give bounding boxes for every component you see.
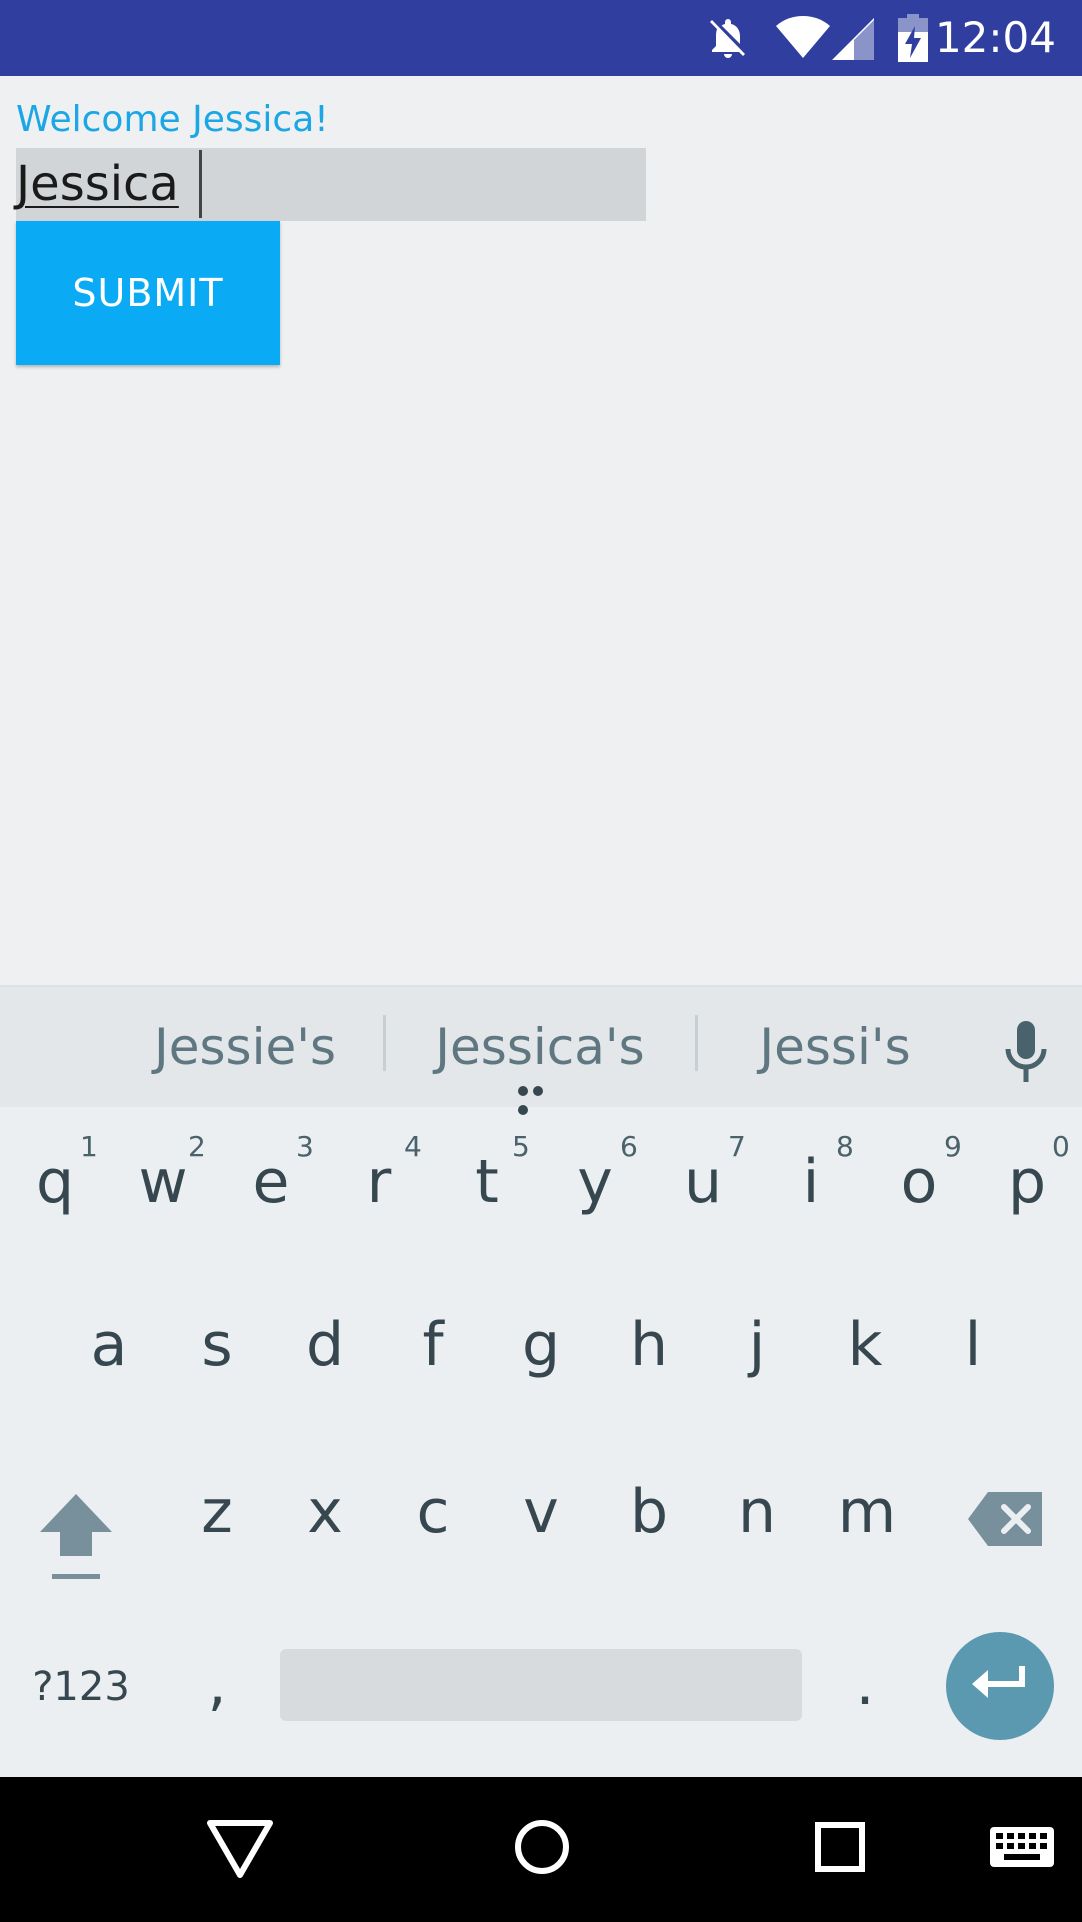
hint-2: 2 <box>188 1130 206 1163</box>
suggestion-divider <box>383 1015 386 1071</box>
hint-6: 6 <box>620 1130 638 1163</box>
key-n[interactable]: n <box>722 1477 792 1547</box>
hint-1: 1 <box>80 1130 98 1163</box>
backspace-icon[interactable] <box>968 1492 1042 1546</box>
wifi-icon <box>776 16 830 58</box>
key-c[interactable]: c <box>398 1477 468 1547</box>
period-key[interactable]: . <box>830 1649 900 1719</box>
key-m[interactable]: m <box>830 1477 904 1547</box>
suggestion-3[interactable]: Jessi's <box>730 1017 940 1077</box>
battery-charging-icon <box>898 14 928 62</box>
space-bar[interactable] <box>280 1649 802 1721</box>
hint-7: 7 <box>728 1130 746 1163</box>
text-cursor <box>199 150 202 218</box>
symbols-key[interactable]: ?123 <box>26 1659 136 1715</box>
key-b[interactable]: b <box>614 1477 684 1547</box>
home-circle-icon[interactable] <box>502 1807 582 1887</box>
name-field[interactable]: Jessica <box>16 148 646 221</box>
keyboard-switch-icon[interactable] <box>982 1807 1062 1887</box>
status-bar: 12:04 <box>0 0 1082 76</box>
enter-arrow-icon <box>972 1666 1025 1698</box>
hint-5: 5 <box>512 1130 530 1163</box>
submit-button[interactable]: SUBMIT <box>16 221 280 365</box>
suggestion-1[interactable]: Jessie's <box>140 1017 350 1077</box>
shift-icon[interactable] <box>38 1490 114 1580</box>
key-s[interactable]: s <box>182 1310 252 1380</box>
hint-9: 9 <box>944 1130 962 1163</box>
back-triangle-icon[interactable] <box>200 1807 280 1887</box>
suggestion-strip: Jessie's Jessica's Jessi's <box>0 987 1082 1115</box>
soft-keyboard: Jessie's Jessica's Jessi's q 1 w 2 e 3 r… <box>0 985 1082 1779</box>
notifications-off-icon <box>710 19 745 58</box>
key-d[interactable]: d <box>290 1310 360 1380</box>
cell-signal-icon <box>832 18 874 60</box>
hint-0: 0 <box>1052 1130 1070 1163</box>
key-h[interactable]: h <box>614 1310 684 1380</box>
enter-button[interactable] <box>946 1632 1054 1740</box>
welcome-message: Welcome Jessica! <box>16 99 329 140</box>
key-a[interactable]: a <box>74 1310 144 1380</box>
hint-8: 8 <box>836 1130 854 1163</box>
microphone-icon[interactable] <box>1004 1021 1048 1083</box>
suggestion-2[interactable]: Jessica's <box>418 1017 662 1077</box>
clock: 12:04 <box>934 13 1056 62</box>
hint-3: 3 <box>296 1130 314 1163</box>
comma-key[interactable]: , <box>182 1649 252 1719</box>
hint-4: 4 <box>404 1130 422 1163</box>
key-j[interactable]: j <box>722 1310 792 1380</box>
more-suggestions-icon[interactable] <box>518 1081 562 1115</box>
key-k[interactable]: k <box>830 1310 900 1380</box>
key-z[interactable]: z <box>182 1477 252 1547</box>
name-input-text[interactable]: Jessica <box>16 154 179 214</box>
key-l[interactable]: l <box>938 1310 1008 1380</box>
key-v[interactable]: v <box>506 1477 576 1547</box>
key-x[interactable]: x <box>290 1477 360 1547</box>
key-g[interactable]: g <box>506 1310 576 1380</box>
key-f[interactable]: f <box>398 1310 468 1380</box>
navigation-bar <box>0 1777 1082 1922</box>
recents-square-icon[interactable] <box>800 1807 880 1887</box>
suggestion-divider <box>695 1015 698 1071</box>
